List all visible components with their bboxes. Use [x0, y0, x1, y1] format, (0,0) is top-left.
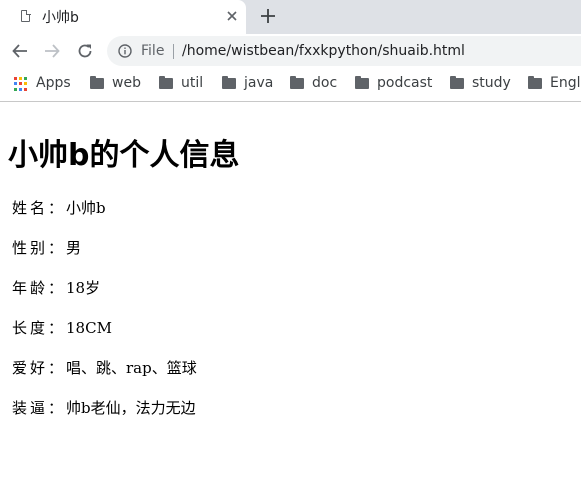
info-key: 装逼：: [12, 399, 67, 417]
reload-icon[interactable]: [76, 42, 94, 60]
folder-icon: [290, 76, 304, 89]
bookmarks-bar: Apps web util java doc podcast study Eng…: [0, 68, 581, 102]
info-value: 男: [66, 239, 82, 257]
page-icon: [21, 9, 31, 22]
folder-icon: [222, 76, 236, 89]
address-bar[interactable]: File /home/wistbean/fxxkpython/shuaib.ht…: [107, 36, 581, 66]
page-heading: 小帅b的个人信息: [8, 138, 240, 173]
tab-strip: 小帅b: [0, 0, 581, 34]
bookmark-label: study: [472, 75, 511, 91]
url-text[interactable]: /home/wistbean/fxxkpython/shuaib.html: [182, 43, 465, 59]
bookmark-label: web: [112, 75, 141, 91]
bookmark-label: doc: [312, 75, 338, 91]
info-row-hobby: 爱好：唱、跳、rap、篮球: [12, 357, 197, 378]
close-icon[interactable]: [224, 8, 240, 24]
info-value: 唱、跳、rap、篮球: [66, 359, 197, 377]
info-row-show-off: 装逼：帅b老仙，法力无边: [12, 397, 196, 418]
bookmark-label: Apps: [36, 75, 71, 91]
folder-icon: [159, 76, 173, 89]
folder-icon: [528, 76, 542, 89]
info-value: 18CM: [66, 319, 112, 337]
info-row-age: 年龄：18岁: [12, 277, 100, 298]
address-separator: [173, 44, 174, 59]
folder-icon: [90, 76, 104, 89]
folder-icon: [355, 76, 369, 89]
folder-icon: [450, 76, 464, 89]
info-key: 长度：: [12, 319, 67, 337]
forward-arrow-icon[interactable]: [43, 42, 61, 60]
info-key: 年龄：: [12, 279, 67, 297]
tab-title: 小帅b: [42, 10, 79, 26]
bookmark-label: java: [244, 75, 274, 91]
info-row-length: 长度：18CM: [12, 317, 112, 338]
info-key: 姓名：: [12, 199, 67, 217]
apps-icon: [14, 77, 28, 91]
scheme-label: File: [141, 43, 165, 59]
info-value: 小帅b: [66, 199, 106, 217]
info-key: 性别：: [12, 239, 67, 257]
bookmark-label: podcast: [377, 75, 433, 91]
info-icon[interactable]: [118, 44, 132, 58]
info-row-name: 姓名：小帅b: [12, 197, 106, 218]
bookmark-label: util: [181, 75, 204, 91]
toolbar: File /home/wistbean/fxxkpython/shuaib.ht…: [0, 34, 581, 68]
browser-tab[interactable]: 小帅b: [0, 0, 246, 34]
info-key: 爱好：: [12, 359, 67, 377]
info-value: 18岁: [66, 279, 101, 297]
info-value: 帅b老仙，法力无边: [66, 399, 196, 417]
new-tab-plus-icon[interactable]: [259, 7, 277, 25]
info-row-gender: 性别：男: [12, 237, 81, 258]
back-arrow-icon[interactable]: [11, 42, 29, 60]
bookmark-label: Engl: [550, 75, 581, 91]
